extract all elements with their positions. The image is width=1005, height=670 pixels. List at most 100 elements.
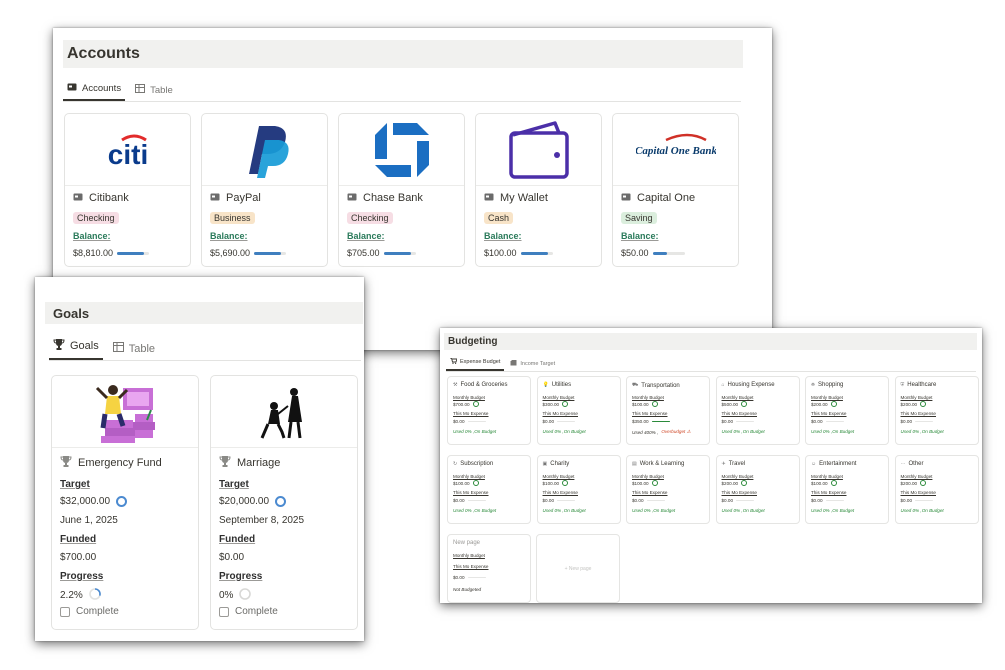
expense-label: This Mo Expense — [811, 490, 847, 495]
expense-value: $0.00 — [721, 419, 734, 424]
page-title: Goals — [53, 306, 90, 321]
progress-value: 0% — [219, 590, 234, 601]
monthly-budget-label: Monthly Budget — [632, 395, 664, 400]
tab-expense-budget[interactable]: Expense Budget — [446, 357, 505, 371]
expense-bar — [557, 499, 575, 502]
account-name: My Wallet — [500, 192, 548, 204]
budget-ring — [920, 480, 927, 486]
target-ring — [116, 496, 128, 507]
expense-bar — [825, 499, 844, 502]
budget-value: $300.00 — [542, 401, 560, 407]
progress-label: Progress — [60, 571, 104, 582]
expense-value: $0.00 — [453, 419, 465, 424]
trophy-icon — [53, 339, 65, 353]
account-card-paypal[interactable]: PayPal Business Balance: $5,690.00 — [201, 113, 328, 267]
complete-checkbox[interactable] — [60, 606, 70, 617]
cart-icon: ⛯ — [811, 382, 816, 388]
account-card-citibank[interactable]: citi Citibank Checking Balance: $8,810.0… — [64, 113, 191, 267]
target-date: September 8, 2025 — [219, 515, 305, 526]
budget-card-title: Food & Groceries — [460, 382, 508, 388]
progress-ring — [88, 588, 101, 603]
funded-label: Funded — [60, 534, 97, 545]
target-date: June 1, 2025 — [60, 515, 118, 526]
monthly-budget-label: Monthly Budget — [453, 474, 485, 479]
budget-card-new-page[interactable]: New page Monthly Budget This Mo Expense … — [447, 534, 531, 603]
account-type-badge: Business — [210, 212, 255, 224]
expense-value: $0.00 — [900, 498, 913, 503]
account-card-wallet[interactable]: My Wallet Cash Balance: $100.00 — [475, 113, 602, 267]
budget-ring — [651, 401, 658, 407]
tab-table[interactable]: Table — [109, 342, 159, 360]
balance-value: $705.00 — [347, 248, 380, 258]
budget-status: Used 0% ,On Budget — [900, 429, 944, 434]
expense-bar — [651, 420, 670, 423]
budget-card[interactable]: ▤ Work & Learning Monthly Budget $100.00 Thi… — [626, 455, 710, 524]
balance-value: $100.00 — [484, 248, 517, 258]
expense-value: $0.00 — [900, 419, 913, 424]
goal-card-marriage[interactable]: Marriage Target $20,000.00 September 8, … — [210, 375, 358, 630]
id-card-icon — [73, 192, 83, 204]
goal-card-emergency-fund[interactable]: Emergency Fund Target $32,000.00 June 1,… — [51, 375, 199, 630]
trophy-icon — [219, 456, 231, 470]
budget-card[interactable]: ▣ Charity Monthly Budget $100.00 This Mo Exp… — [536, 455, 621, 524]
expense-bar — [557, 420, 575, 423]
budget-value: $200.00 — [811, 401, 828, 407]
budget-value: $100.00 — [453, 480, 470, 486]
monthly-budget-label: Monthly Budget — [811, 474, 843, 479]
account-card-capital-one[interactable]: Capital One Bank Capital One Saving Bala… — [612, 113, 739, 267]
target-ring — [275, 496, 287, 507]
budget-card-title: Utilities — [551, 382, 572, 388]
monthly-budget-label: Monthly Budget — [900, 395, 933, 400]
expense-value: $0.00 — [542, 419, 555, 424]
new-page-button[interactable]: + New page — [536, 534, 620, 603]
budget-value: $200.00 — [900, 480, 918, 486]
id-card-icon — [347, 192, 357, 204]
expense-value: $0.00 — [721, 498, 734, 503]
budget-card[interactable]: ⛟ Transportation Monthly Budget $100.00 This… — [626, 376, 710, 445]
budget-ring — [830, 401, 837, 407]
tab-table[interactable]: Table — [131, 84, 177, 101]
budget-card[interactable]: ⛯ Shopping Monthly Budget $200.00 This Mo Ex… — [805, 376, 889, 445]
budget-status: Used 0% ,On Budget — [721, 508, 765, 513]
expense-label: This Mo Expense — [453, 490, 489, 495]
expense-bar — [467, 420, 486, 423]
table-icon — [135, 84, 146, 96]
budget-card[interactable]: ⛨ Healthcare Monthly Budget $200.00 This Mo … — [894, 376, 979, 445]
id-card-icon — [210, 192, 220, 204]
budget-status: Used 0% ,On Budget — [811, 508, 855, 513]
balance-value: $5,690.00 — [210, 248, 251, 258]
balance-bar — [520, 251, 553, 255]
budget-ring — [562, 480, 569, 486]
budget-value: $700.00 — [453, 401, 470, 407]
budget-card-title: Transportation — [641, 382, 680, 389]
page-title: Budgeting — [448, 336, 498, 347]
budget-card[interactable]: ↻ Subscription Monthly Budget $100.00 This M… — [447, 455, 531, 524]
tab-goals[interactable]: Goals — [49, 339, 103, 360]
tab-accounts[interactable]: Accounts — [63, 83, 126, 101]
budget-card[interactable]: 💡 Utilities Monthly Budget $300.00 This Mo E… — [536, 376, 621, 445]
account-card-chase[interactable]: Chase Bank Checking Balance: $705.00 — [338, 113, 465, 267]
balance-label: Balance: — [73, 231, 111, 241]
id-card-icon — [621, 192, 631, 204]
tab-income-target[interactable]: Income Target — [506, 360, 559, 371]
goal-name: Marriage — [237, 457, 281, 469]
complete-checkbox[interactable] — [219, 606, 229, 617]
target-label: Target — [60, 479, 90, 490]
id-card-icon — [67, 83, 77, 94]
expense-value: $0.00 — [542, 498, 555, 503]
budget-ring — [562, 401, 569, 407]
balance-label: Balance: — [484, 231, 522, 241]
account-name: Citibank — [89, 192, 129, 204]
expense-bar — [467, 576, 486, 579]
budget-card[interactable]: ⌂ Housing Expense Monthly Budget $500.00 Thi… — [715, 376, 800, 445]
budget-status: Used 0% ,On Budget — [811, 429, 855, 434]
expense-bar — [736, 499, 754, 502]
budget-card[interactable]: ⋯ Other Monthly Budget $200.00 This Mo Expen… — [894, 455, 979, 524]
budget-card[interactable]: ☺ Entertainment Monthly Budget $100.00 This … — [805, 455, 889, 524]
budget-card[interactable]: ✈ Travel Monthly Budget $200.00 This Mo Expe… — [715, 455, 800, 524]
account-type-badge: Saving — [621, 212, 657, 224]
funded-value: $0.00 — [219, 552, 245, 563]
budget-card[interactable]: ⚒ Food & Groceries Monthly Budget $700.00 Th… — [447, 376, 531, 445]
account-type-badge: Checking — [73, 212, 119, 224]
capital-one-logo: Capital One Bank — [613, 114, 738, 186]
